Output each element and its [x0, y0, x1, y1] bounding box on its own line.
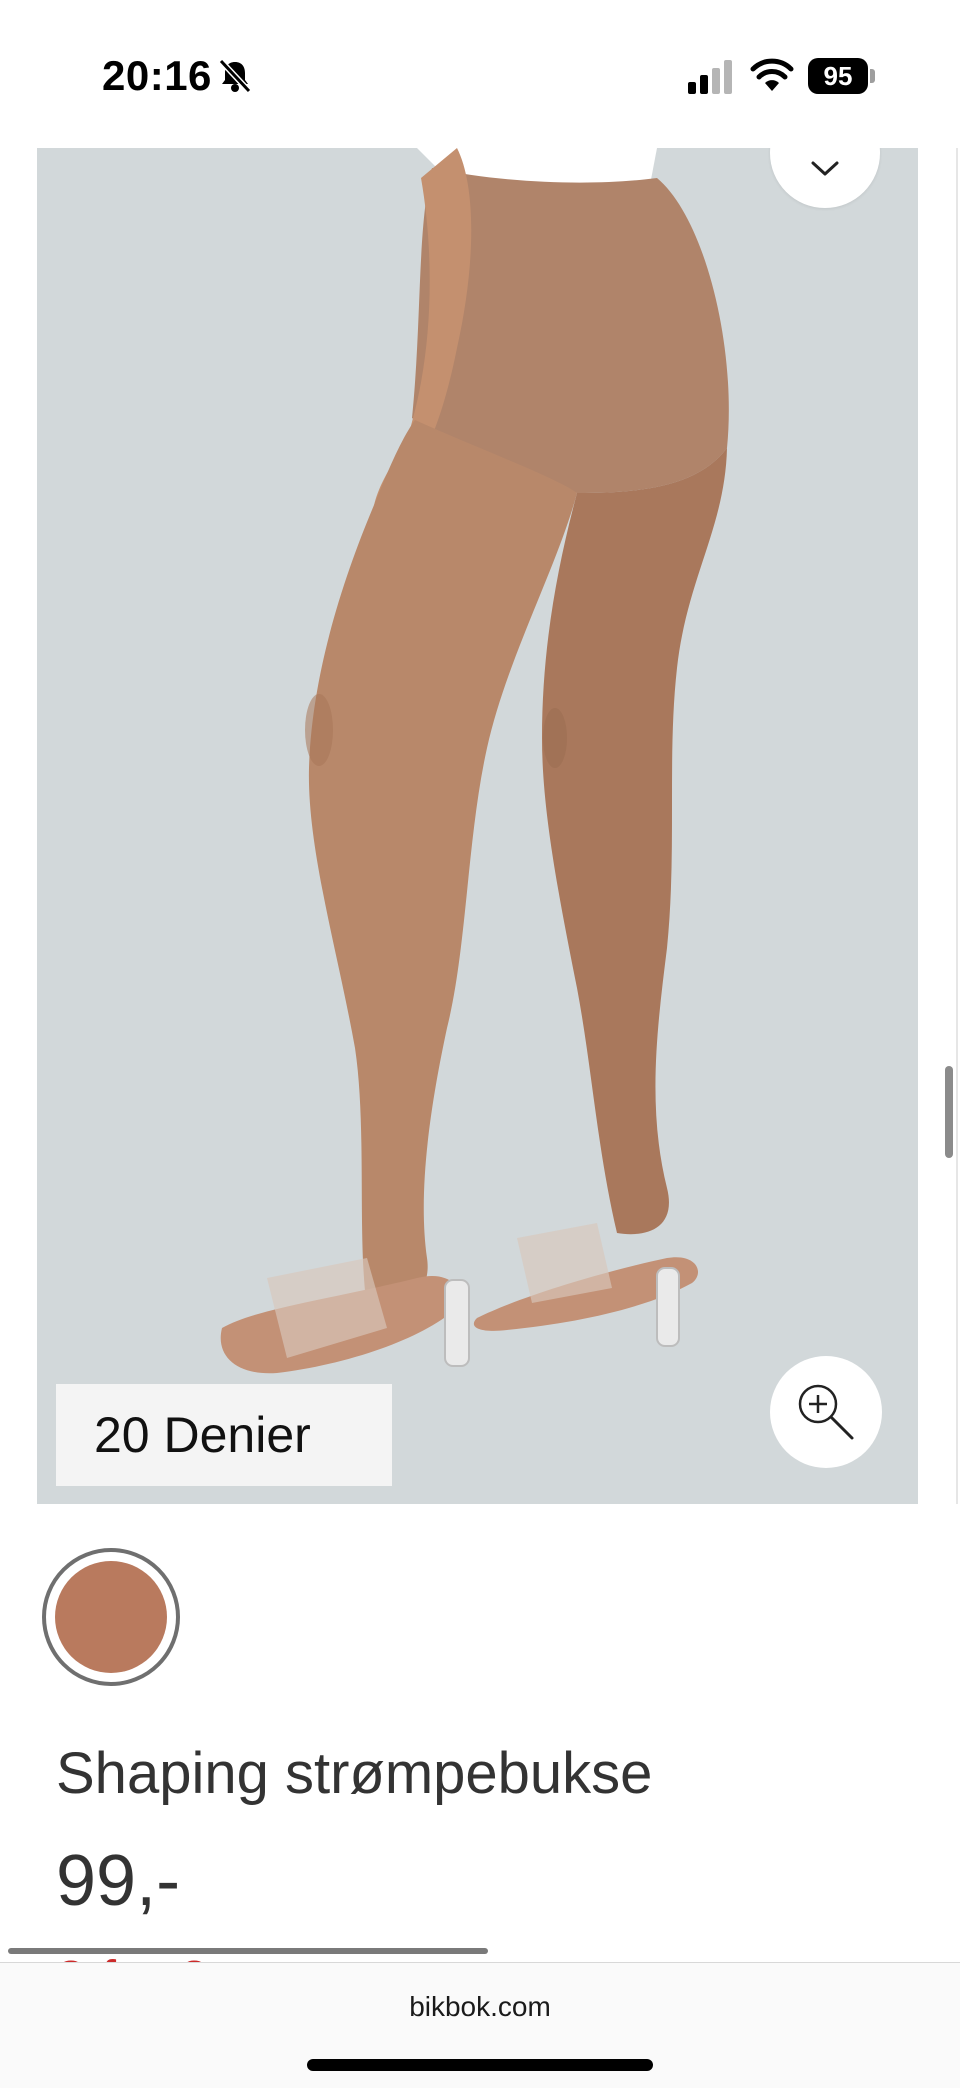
product-photo — [220, 148, 729, 1374]
denier-badge: 20 Denier — [56, 1384, 392, 1486]
zoom-button[interactable] — [770, 1356, 882, 1468]
battery-icon: 95 — [808, 58, 876, 94]
page-scroll-track — [956, 148, 958, 1504]
product-price: 99,- — [56, 1841, 181, 1921]
zoom-in-icon — [798, 1384, 854, 1440]
url-bar[interactable]: bikbok.com — [0, 1991, 960, 2023]
wifi-icon — [750, 58, 794, 91]
chevron-down-icon — [811, 161, 839, 176]
horizontal-scroll-indicator — [8, 1948, 488, 1954]
cellular-signal-icon — [688, 60, 732, 94]
status-bar: 20:16 95 — [0, 0, 960, 148]
product-image[interactable]: 20 Denier — [37, 148, 918, 1504]
browser-bottom-bar: bikbok.com — [0, 1962, 960, 2088]
color-swatch-fill — [55, 1561, 167, 1673]
battery-tip — [870, 69, 875, 83]
bell-muted-icon — [218, 58, 252, 94]
battery-level: 95 — [808, 58, 868, 94]
color-swatch-selected[interactable] — [42, 1548, 180, 1686]
page-scrollbar[interactable] — [945, 1066, 953, 1158]
product-title: Shaping strømpebukse — [56, 1741, 653, 1806]
home-indicator[interactable] — [307, 2059, 653, 2071]
status-time: 20:16 — [102, 52, 212, 99]
